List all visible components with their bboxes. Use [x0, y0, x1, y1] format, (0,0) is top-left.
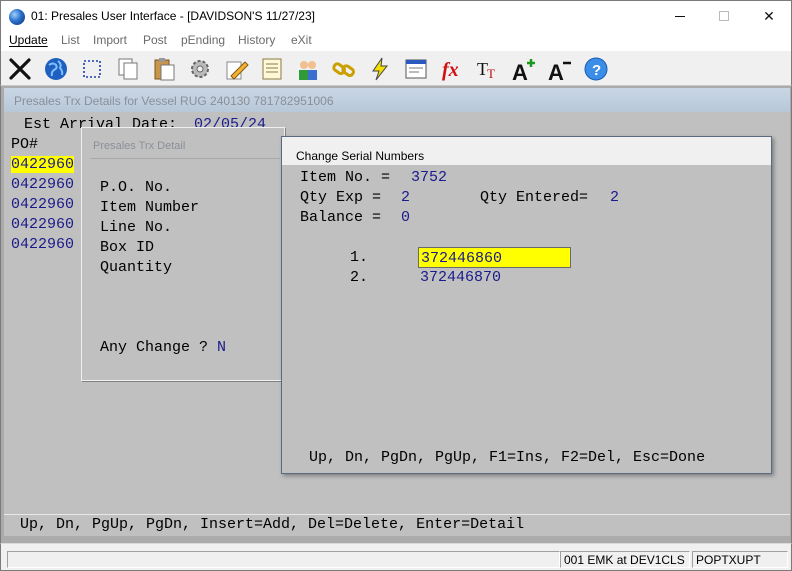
font-increase-button[interactable]: A [509, 54, 539, 84]
serial-line-number: 2. [350, 269, 369, 286]
users-icon [299, 61, 317, 80]
notepad-button[interactable] [257, 54, 287, 84]
po-no-label: P.O. No. [100, 179, 173, 196]
globe-button[interactable] [41, 54, 71, 84]
serial-number-input[interactable] [418, 247, 571, 268]
any-change-value[interactable]: N [217, 339, 226, 356]
maximize-button[interactable] [701, 1, 747, 31]
close-button[interactable]: ✕ [746, 1, 792, 31]
font-increase-icon: A [512, 59, 535, 82]
po-row[interactable]: 0422960 [11, 196, 74, 213]
svg-text:?: ? [592, 62, 601, 79]
po-column-header: PO# [11, 136, 39, 153]
copy-button[interactable] [113, 54, 143, 84]
change-serial-body: Item No. = 3752 Qty Exp = 2 Qty Entered=… [289, 165, 764, 469]
serial-number-value[interactable]: 372446870 [420, 269, 501, 286]
menu-history[interactable]: History [238, 33, 275, 47]
font-decrease-icon: A [548, 60, 571, 82]
vessel-key-help: Up, Dn, PgUp, PgDn, Insert=Add, Del=Dele… [4, 514, 790, 536]
select-box-button[interactable] [77, 54, 107, 84]
any-change-prompt: Any Change ? N [100, 339, 226, 356]
vessel-window-caption: Presales Trx Details for Vessel RUG 2401… [4, 88, 790, 112]
function-button[interactable]: fx [437, 54, 467, 84]
run-button[interactable] [365, 54, 395, 84]
lightning-icon [372, 57, 389, 81]
help-button[interactable]: ? [581, 54, 611, 84]
status-main-panel [7, 551, 560, 568]
po-row[interactable]: 0422960 [11, 216, 74, 233]
close-x-icon [9, 58, 31, 80]
serial-key-help: Up, Dn, PgDn, PgUp, F1=Ins, F2=Del, Esc=… [309, 449, 706, 466]
change-serial-caption: Change Serial Numbers [282, 137, 771, 165]
maximize-icon [719, 11, 729, 21]
menu-list[interactable]: List [61, 33, 80, 47]
item-number-label: Item Number [100, 199, 200, 216]
menu-bar: Update List Import Post pEnding History … [0, 31, 792, 51]
title-bar: 01: Presales User Interface - [DAVIDSON'… [0, 0, 792, 31]
select-box-icon [83, 60, 101, 78]
form-window-icon [405, 59, 427, 79]
menu-exit[interactable]: eXit [291, 33, 312, 47]
globe-icon [45, 58, 67, 80]
qty-entered-value: 2 [610, 189, 620, 206]
font-tt-icon: TT [477, 59, 495, 81]
paste-button[interactable] [149, 54, 179, 84]
notepad-icon [262, 58, 282, 80]
toolbar: fx TT A A ? [0, 51, 792, 86]
chain-link-icon [332, 62, 355, 78]
svg-text:A: A [512, 60, 528, 82]
qty-exp-value: 2 [401, 189, 411, 206]
trx-detail-window: Presales Trx Detail P.O. No. Item Number… [81, 127, 285, 381]
status-program-panel: POPTXUPT [692, 551, 788, 568]
menu-update[interactable]: Update [9, 33, 48, 47]
quantity-label: Quantity [100, 259, 173, 276]
serial-line-number: 1. [350, 249, 369, 266]
item-no-label: Item No. = [300, 169, 391, 186]
edit-button[interactable] [221, 54, 251, 84]
qty-exp-label: Qty Exp = [300, 189, 382, 206]
globe-icon [9, 9, 25, 25]
qty-entered-label: Qty Entered= [480, 189, 589, 206]
status-user-panel: 001 EMK at DEV1CLS [560, 551, 690, 568]
help-icon: ? [584, 57, 608, 81]
link-button[interactable] [329, 54, 359, 84]
window-title: 01: Presales User Interface - [DAVIDSON'… [31, 9, 315, 23]
status-bar: 001 EMK at DEV1CLS POPTXUPT [0, 543, 792, 571]
font-button[interactable]: TT [473, 54, 503, 84]
item-no-value: 3752 [411, 169, 448, 186]
po-row[interactable]: 0422960 [11, 156, 75, 173]
line-no-label: Line No. [100, 219, 173, 236]
svg-text:fx: fx [442, 59, 459, 81]
change-serial-window: Change Serial Numbers Item No. = 3752 Qt… [281, 136, 772, 474]
settings-button[interactable] [185, 54, 215, 84]
vessel-key-help-text: Up, Dn, PgUp, PgDn, Insert=Add, Del=Dele… [20, 516, 525, 533]
svg-text:A: A [548, 60, 564, 82]
menu-pending[interactable]: pEnding [181, 33, 225, 47]
users-button[interactable] [293, 54, 323, 84]
po-row[interactable]: 0422960 [11, 176, 74, 193]
trx-detail-body: P.O. No. Item Number Line No. Box ID Qua… [90, 158, 280, 374]
po-row[interactable]: 0422960 [11, 236, 74, 253]
close-x-button[interactable] [5, 54, 35, 84]
menu-import[interactable]: Import [93, 33, 127, 47]
box-id-label: Box ID [100, 239, 155, 256]
minimize-button[interactable] [657, 1, 703, 31]
form-button[interactable] [401, 54, 431, 84]
minimize-icon [675, 15, 685, 17]
close-icon: ✕ [763, 7, 775, 24]
edit-pencil-icon [226, 61, 249, 80]
settings-gear-icon [191, 60, 209, 78]
trx-detail-caption: Presales Trx Detail [82, 128, 284, 160]
function-fx-icon: fx [442, 59, 459, 81]
svg-text:T: T [487, 66, 495, 81]
menu-post[interactable]: Post [143, 33, 167, 47]
font-decrease-button[interactable]: A [545, 54, 575, 84]
any-change-label: Any Change ? [100, 339, 209, 356]
paste-clipboard-icon [154, 58, 175, 81]
balance-value: 0 [401, 209, 411, 226]
copy-pages-icon [118, 58, 138, 80]
balance-label: Balance = [300, 209, 382, 226]
